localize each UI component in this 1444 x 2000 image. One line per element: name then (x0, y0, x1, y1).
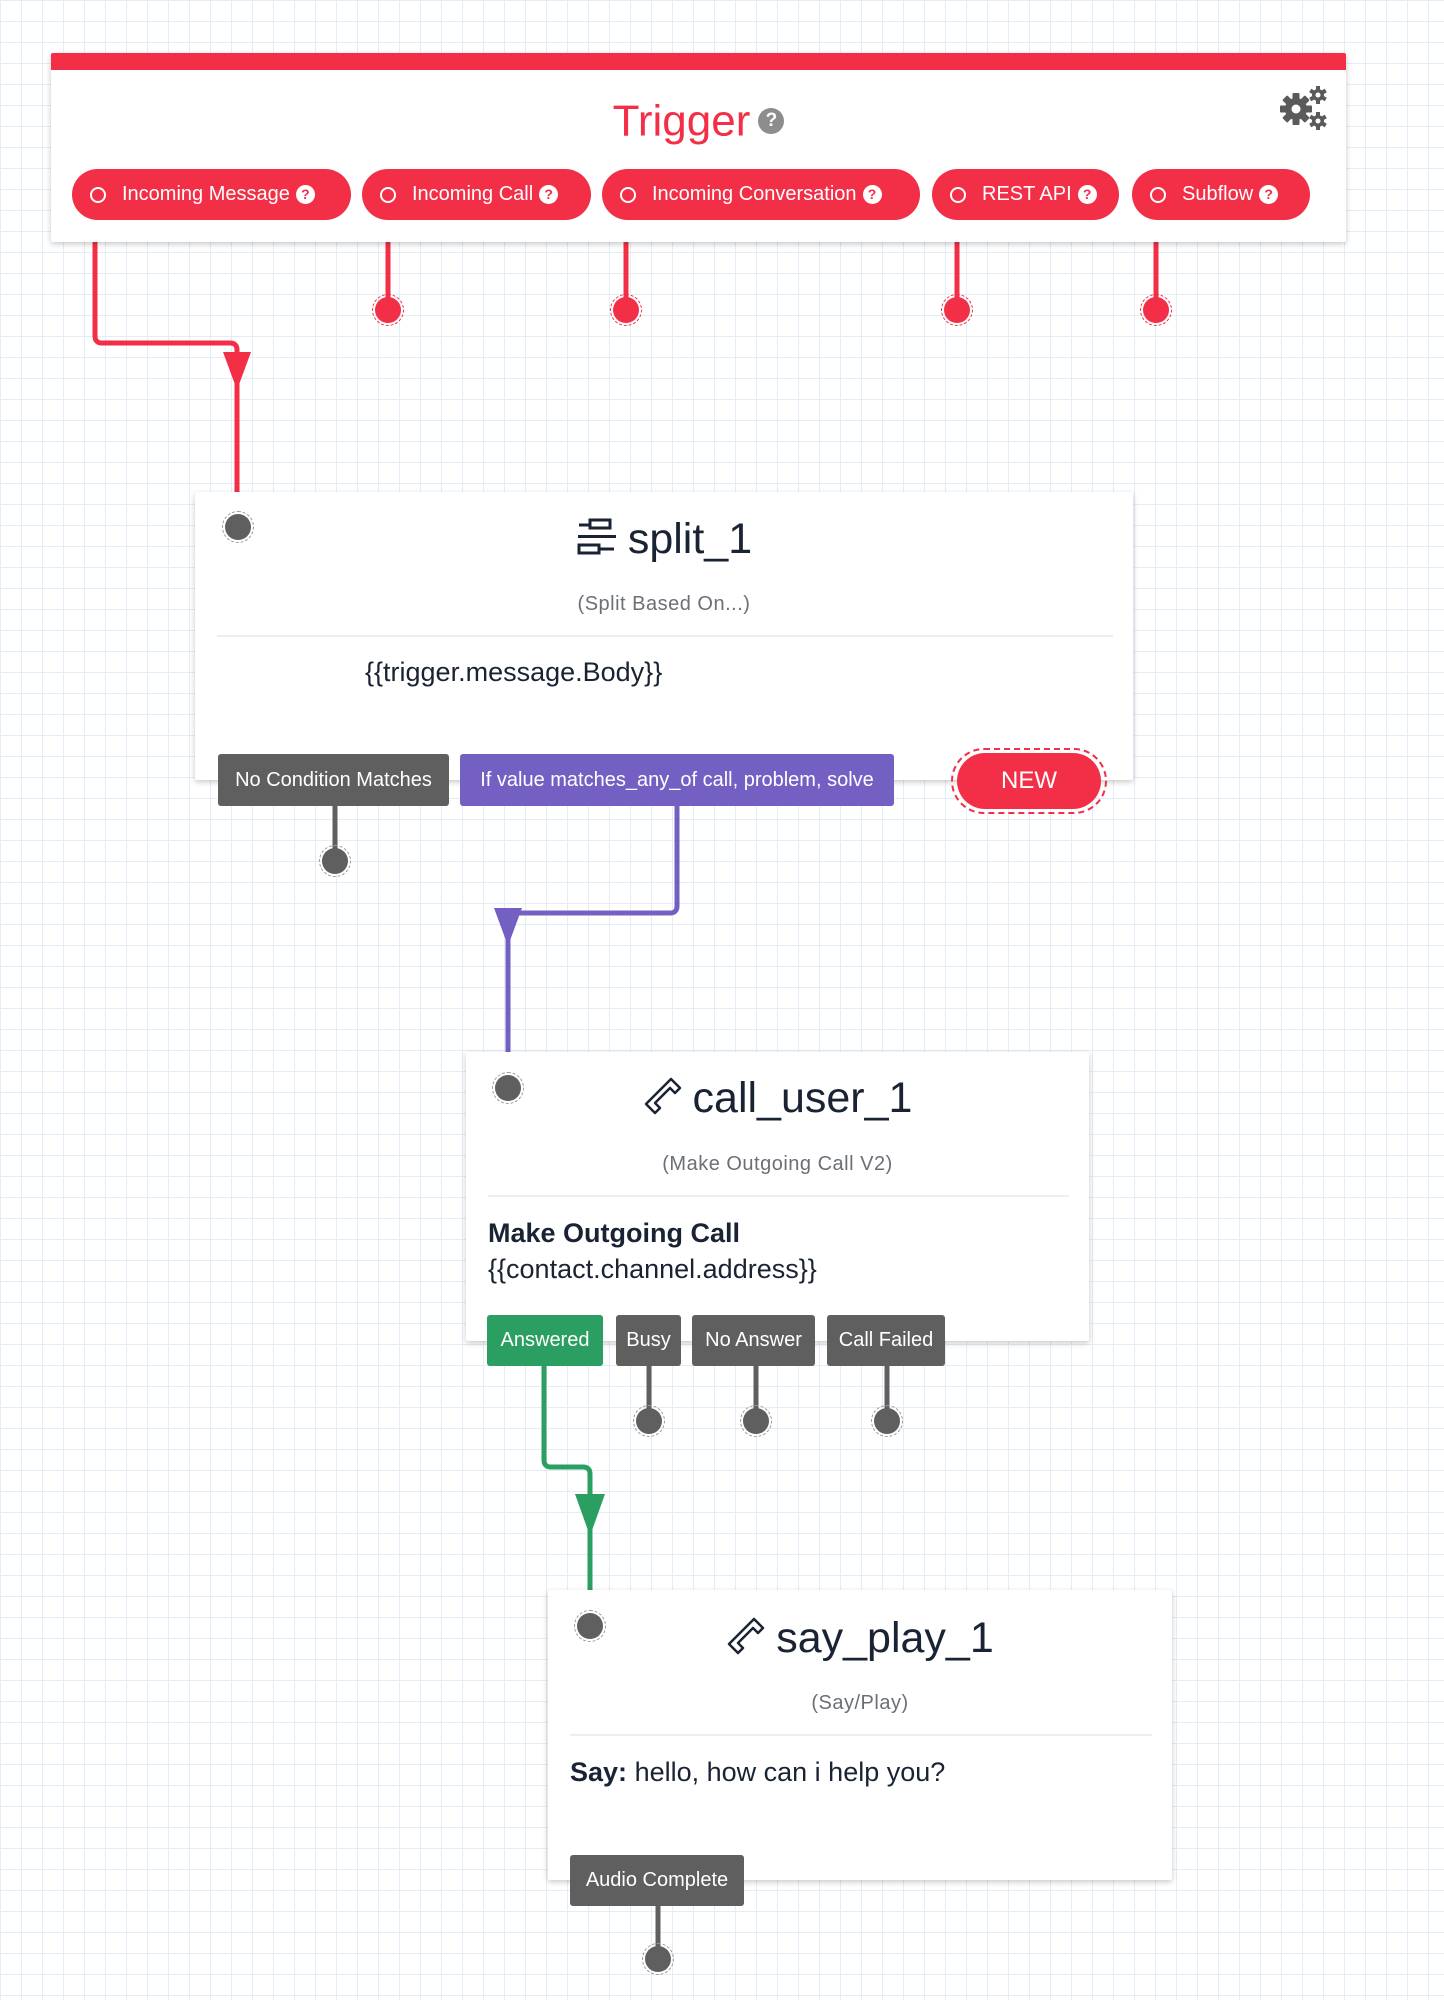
output-port-audio-complete[interactable] (642, 1943, 674, 1975)
split-name: split_1 (627, 515, 753, 563)
wire-if-value (505, 806, 680, 1052)
phone-icon (727, 1617, 765, 1655)
output-port-no-answer[interactable] (740, 1405, 772, 1437)
output-port-incoming-call[interactable] (372, 294, 404, 326)
question-circle-icon[interactable]: ? (862, 185, 882, 204)
say-title: say_play_1 (548, 1616, 1172, 1660)
say-body-label: Say: (570, 1757, 628, 1787)
split-widget[interactable]: split_1 (Split Based On...) {{trigger.me… (195, 492, 1133, 780)
transition-label: If value matches_any_of call, problem, s… (480, 768, 874, 791)
pill-label: Incoming Call (412, 183, 534, 205)
output-port-busy[interactable] (633, 1405, 665, 1437)
input-port-say[interactable] (574, 1610, 606, 1642)
transition-label: Audio Complete (585, 1869, 729, 1891)
trigger-pill-incoming-call[interactable]: Incoming Call ? (362, 169, 591, 220)
say-type: (Say/Play) (811, 1692, 909, 1714)
question-circle-icon[interactable]: ? (758, 108, 785, 135)
trigger-title: Trigger? (51, 97, 1346, 143)
new-button-label: NEW (957, 753, 1101, 809)
transition-busy[interactable]: Busy (616, 1315, 681, 1366)
radio-icon (1150, 186, 1166, 203)
trigger-pill-incoming-message[interactable]: Incoming Message ? (72, 169, 351, 220)
arrow-answered (575, 1494, 605, 1536)
pill-label: Incoming Conversation (652, 183, 857, 205)
call-body-heading: Make Outgoing Call (488, 1218, 741, 1248)
divider (488, 1195, 1069, 1197)
radio-icon (620, 186, 636, 203)
wire-answered (541, 1366, 593, 1590)
transition-audio-complete[interactable]: Audio Complete (570, 1855, 744, 1906)
gears-icon[interactable] (1278, 85, 1328, 131)
divider (570, 1734, 1152, 1736)
arrow-incoming-message (223, 352, 251, 390)
transition-label: No Condition Matches (235, 768, 432, 791)
output-port-no-condition[interactable] (319, 845, 351, 877)
transition-label: Call Failed (838, 1329, 934, 1351)
call-body: {{contact.channel.address}} (488, 1254, 817, 1284)
output-port-rest-api[interactable] (941, 294, 973, 326)
pill-label: REST API (982, 183, 1072, 205)
trigger-pill-incoming-conversation[interactable]: Incoming Conversation ? (602, 169, 920, 220)
transition-label: No Answer (705, 1329, 802, 1351)
radio-icon (380, 186, 396, 203)
transition-answered[interactable]: Answered (487, 1315, 603, 1366)
transition-label: Busy (626, 1329, 671, 1351)
split-icon (577, 518, 616, 555)
split-title: split_1 (195, 517, 1133, 561)
question-circle-icon[interactable]: ? (1077, 185, 1097, 204)
radio-icon (950, 186, 966, 203)
say-name: say_play_1 (776, 1614, 994, 1662)
call-name: call_user_1 (692, 1074, 913, 1122)
call-type: (Make Outgoing Call V2) (662, 1153, 893, 1175)
output-port-incoming-conversation[interactable] (610, 294, 642, 326)
output-port-call-failed[interactable] (871, 1405, 903, 1437)
transition-no-answer[interactable]: No Answer (692, 1315, 815, 1366)
transition-if-value-matches[interactable]: If value matches_any_of call, problem, s… (460, 754, 894, 806)
say-body-text: hello, how can i help you? (634, 1757, 946, 1787)
arrow-if-value (494, 908, 522, 946)
pill-label: Subflow (1182, 183, 1254, 205)
transition-no-condition-matches[interactable]: No Condition Matches (218, 754, 449, 806)
call-title: call_user_1 (466, 1076, 1089, 1120)
trigger-accent-bar (51, 53, 1346, 70)
question-circle-icon[interactable]: ? (539, 185, 559, 204)
say-play-widget[interactable]: say_play_1 (Say/Play) Say: hello, how ca… (548, 1590, 1172, 1880)
split-type: (Split Based On...) (577, 593, 751, 615)
input-port-call[interactable] (492, 1072, 524, 1104)
transition-call-failed[interactable]: Call Failed (827, 1315, 945, 1366)
output-port-subflow[interactable] (1140, 294, 1172, 326)
say-body: Say: hello, how can i help you? (570, 1757, 945, 1788)
split-body: {{trigger.message.Body}} (365, 657, 663, 687)
question-circle-icon[interactable]: ? (295, 185, 315, 204)
trigger-pill-subflow[interactable]: Subflow ? (1132, 169, 1310, 220)
divider (217, 635, 1113, 637)
radio-icon (90, 186, 106, 203)
transition-label: Answered (500, 1329, 590, 1351)
trigger-title-text: Trigger (612, 96, 751, 146)
wire-incoming-message (92, 220, 240, 492)
call-user-widget[interactable]: call_user_1 (Make Outgoing Call V2) Make… (466, 1052, 1089, 1341)
pill-label: Incoming Message (122, 183, 290, 205)
input-port-split[interactable] (222, 511, 254, 543)
question-circle-icon[interactable]: ? (1259, 185, 1279, 204)
phone-icon (644, 1077, 681, 1115)
new-transition-button[interactable]: NEW (951, 748, 1107, 814)
trigger-pill-rest-api[interactable]: REST API ? (932, 169, 1119, 220)
